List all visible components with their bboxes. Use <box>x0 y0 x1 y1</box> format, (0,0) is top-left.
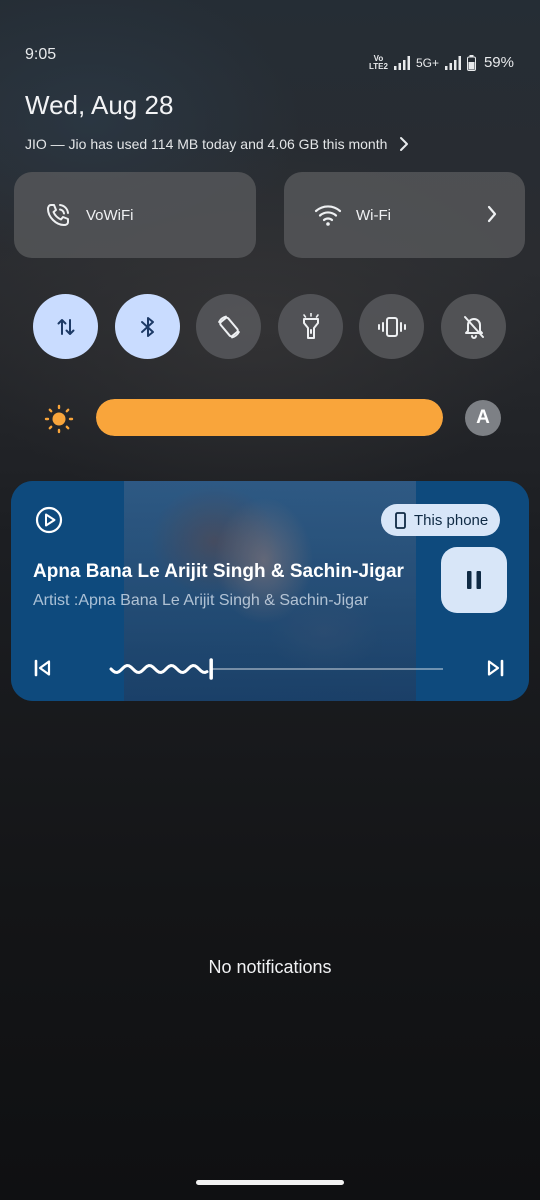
date-title: Wed, Aug 28 <box>25 90 174 120</box>
bell-off-icon <box>463 315 484 339</box>
bluetooth-icon <box>140 316 154 337</box>
battery-icon <box>466 54 476 71</box>
vibrate-icon <box>377 316 406 337</box>
wifi-calling-icon <box>47 204 69 226</box>
flashlight-toggle[interactable] <box>278 294 343 359</box>
vowifi-label: VoWiFi <box>86 206 134 224</box>
sun-icon <box>44 404 74 434</box>
brightness-fill <box>96 399 443 436</box>
flashlight-icon <box>302 312 319 339</box>
output-device-chip[interactable]: This phone <box>381 504 501 536</box>
auto-rotate-toggle[interactable] <box>196 294 261 359</box>
data-usage-text: JIO — Jio has used 114 MB today and 4.06… <box>25 136 388 152</box>
home-indicator[interactable] <box>196 1180 344 1185</box>
chevron-right-icon[interactable] <box>487 205 497 228</box>
pause-icon <box>467 571 481 589</box>
do-not-disturb-toggle[interactable] <box>441 294 506 359</box>
bluetooth-toggle[interactable] <box>115 294 180 359</box>
network-type: 5G+ <box>415 55 439 70</box>
wifi-tile[interactable]: Wi-Fi <box>284 172 525 258</box>
volte-icon: Vo LTE2 <box>368 53 388 71</box>
mobile-data-toggle[interactable] <box>33 294 98 359</box>
song-artist: Artist :Apna Bana Le Arijit Singh & Sach… <box>33 592 369 609</box>
song-title: Apna Bana Le Arijit Singh & Sachin-Jigar <box>33 561 404 582</box>
status-time: 9:05 <box>25 46 57 63</box>
media-player-card[interactable]: This phone Apna Bana Le Arijit Singh & S… <box>11 481 529 701</box>
brightness-slider[interactable] <box>96 399 443 436</box>
seek-progress-wave <box>109 663 209 675</box>
skip-previous-icon[interactable] <box>33 658 53 678</box>
app-play-icon[interactable] <box>35 506 63 534</box>
seek-bar[interactable] <box>97 655 443 683</box>
battery-percent: 59% <box>483 54 514 71</box>
rotate-icon <box>217 315 240 338</box>
status-bar: 9:05 Vo LTE2 5G+ 59% <box>0 0 540 71</box>
device-label: This phone <box>414 511 489 529</box>
vowifi-tile[interactable]: VoWiFi <box>14 172 256 258</box>
signal-icon-2 <box>444 55 461 70</box>
data-usage-row[interactable]: JIO — Jio has used 114 MB today and 4.06… <box>25 134 517 154</box>
status-icons: Vo LTE2 5G+ 59% <box>369 54 514 71</box>
skip-next-icon[interactable] <box>485 658 505 678</box>
signal-icon <box>393 55 410 70</box>
phone-icon <box>395 511 406 529</box>
pause-button[interactable] <box>441 547 507 613</box>
wifi-icon <box>314 205 342 226</box>
vibrate-toggle[interactable] <box>359 294 424 359</box>
data-arrows-icon <box>57 318 74 335</box>
chevron-right-icon[interactable] <box>399 134 413 154</box>
no-notifications-text: No notifications <box>208 957 332 977</box>
auto-brightness-button[interactable]: A <box>465 400 501 436</box>
wifi-label: Wi-Fi <box>356 206 391 224</box>
